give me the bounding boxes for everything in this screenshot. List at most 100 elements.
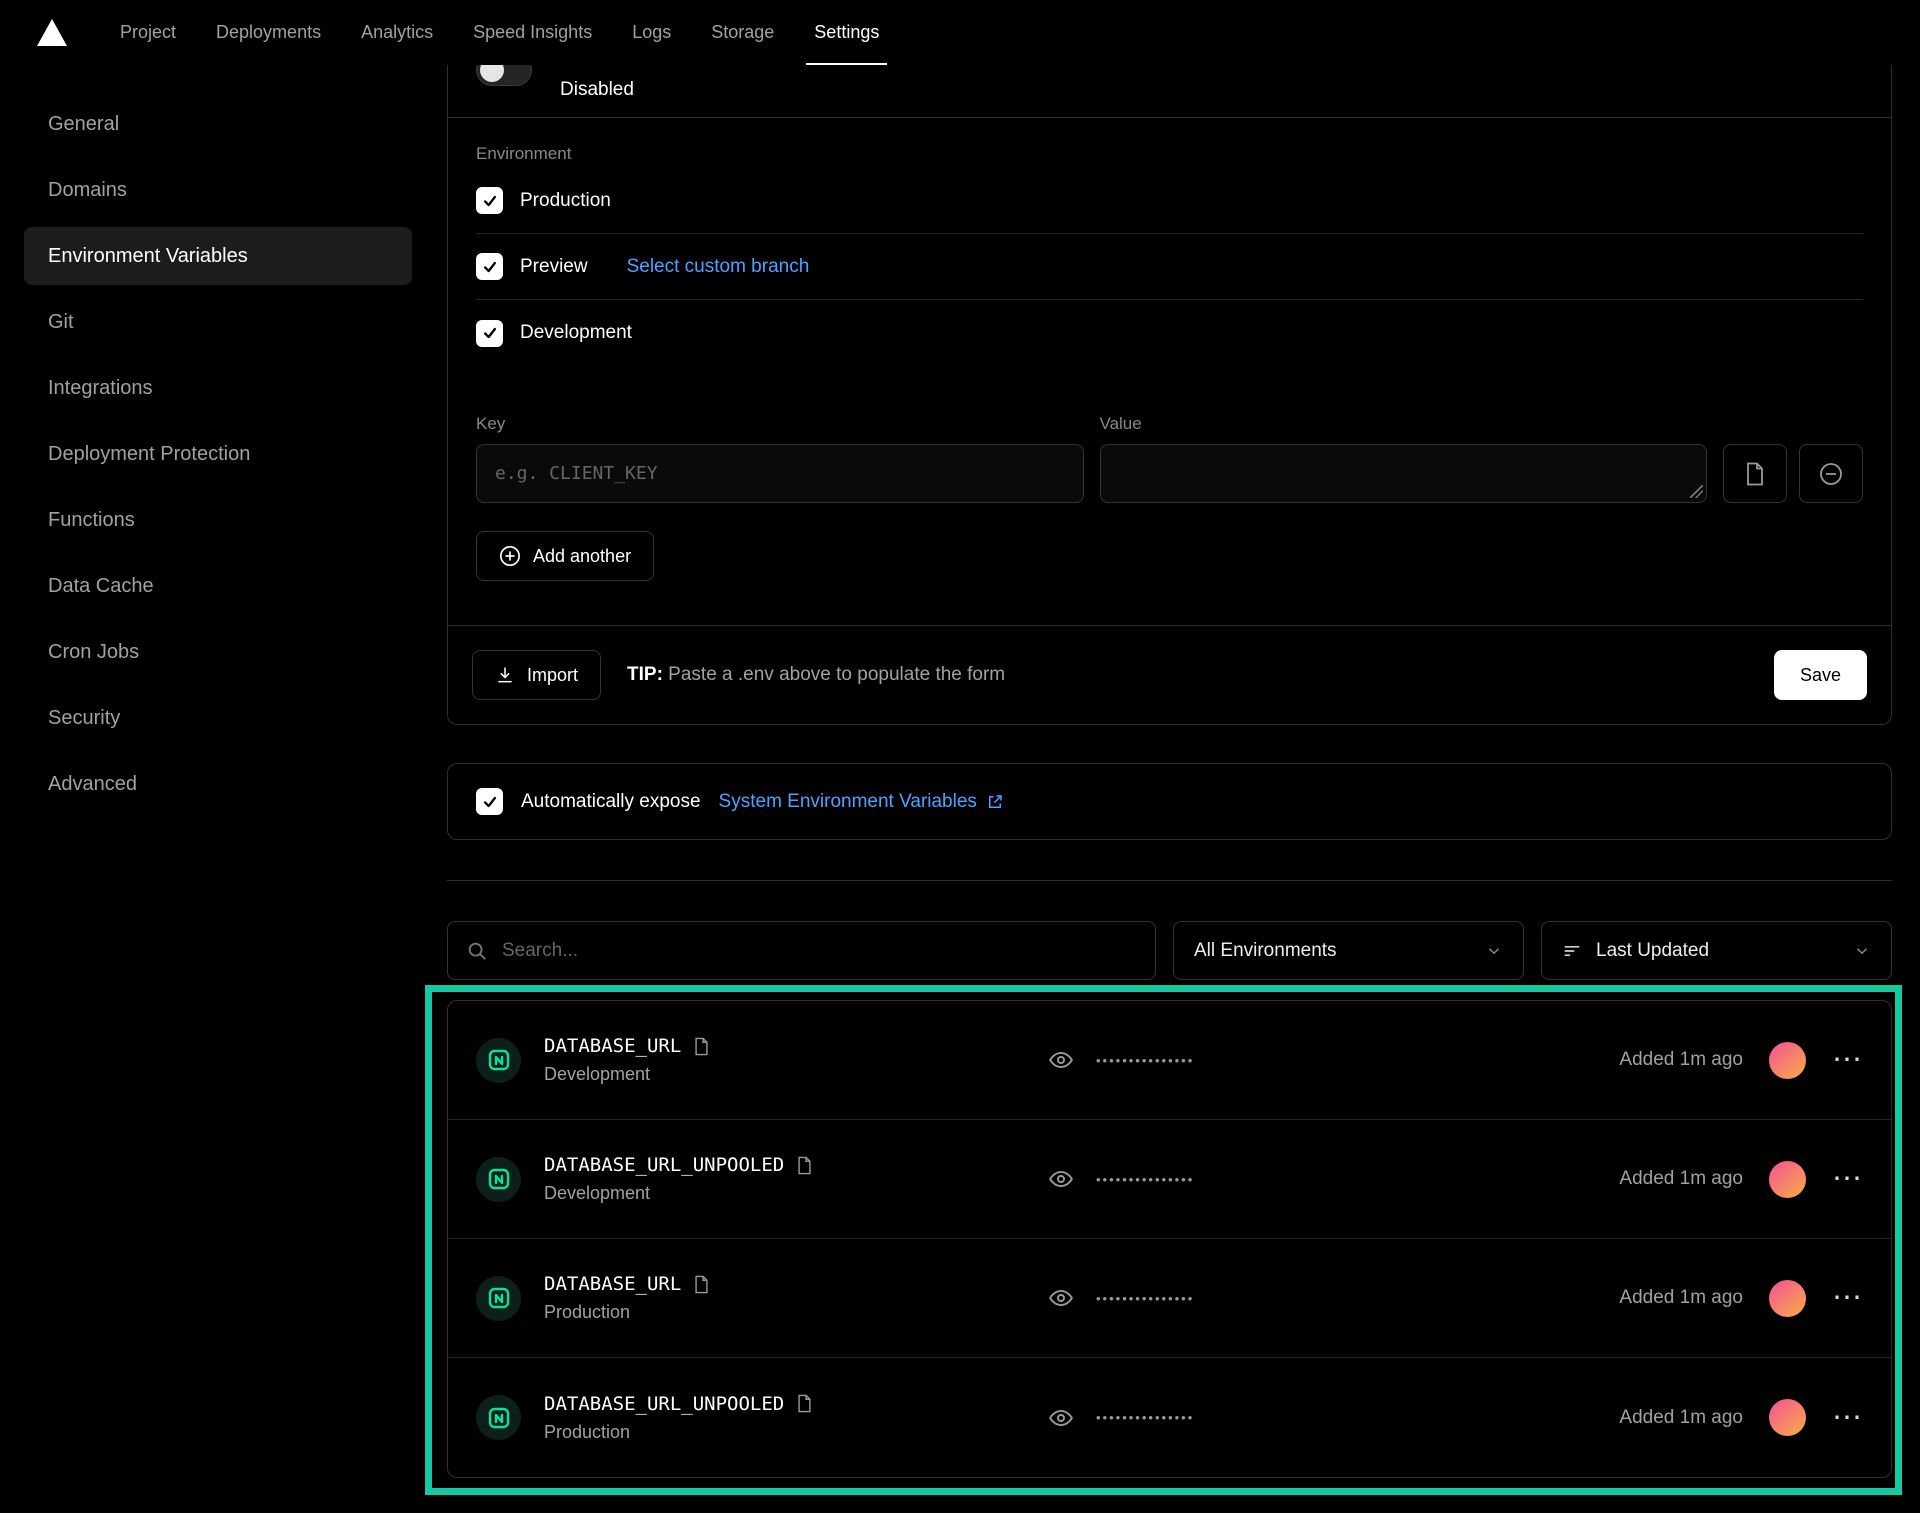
environment-checkbox-row[interactable]: PreviewSelect custom branch bbox=[476, 234, 1863, 300]
variable-name: DATABASE_URL bbox=[544, 1273, 681, 1295]
key-value-row: Key Value bbox=[448, 366, 1891, 503]
nav-tab-label: Deployments bbox=[216, 22, 321, 43]
checkbox-checked[interactable] bbox=[476, 320, 503, 347]
download-icon bbox=[495, 665, 515, 685]
nav-tab[interactable]: Storage bbox=[691, 0, 794, 65]
variable-value-block: ••••••••••••••• bbox=[1048, 1285, 1194, 1311]
environment-checkbox-row[interactable]: Development bbox=[476, 300, 1863, 366]
sidebar-item[interactable]: Git bbox=[24, 293, 412, 351]
resize-handle[interactable] bbox=[1690, 485, 1703, 498]
avatar bbox=[1769, 1399, 1806, 1436]
sidebar-item[interactable]: Advanced bbox=[24, 755, 412, 813]
value-input[interactable] bbox=[1100, 444, 1708, 503]
search-box[interactable] bbox=[447, 921, 1156, 980]
save-button[interactable]: Save bbox=[1774, 650, 1867, 700]
environment-option-label: Production bbox=[520, 190, 611, 212]
avatar bbox=[1769, 1042, 1806, 1079]
import-button[interactable]: Import bbox=[472, 650, 601, 700]
note-icon[interactable] bbox=[796, 1156, 813, 1175]
environment-section-label: Environment bbox=[476, 144, 1863, 164]
environment-filter-dropdown[interactable]: All Environments bbox=[1173, 921, 1524, 980]
sidebar-item-label: Cron Jobs bbox=[48, 641, 139, 664]
form-footer: Import TIP: Paste a .env above to popula… bbox=[448, 625, 1891, 724]
eye-icon[interactable] bbox=[1048, 1047, 1074, 1073]
row-menu-button[interactable]: ⋯ bbox=[1832, 1164, 1863, 1194]
variable-meta-block: Added 1m ago ⋯ bbox=[1619, 1399, 1863, 1436]
variable-meta-block: Added 1m ago ⋯ bbox=[1619, 1161, 1863, 1198]
nav-tab[interactable]: Speed Insights bbox=[453, 0, 612, 65]
nav-tab[interactable]: Deployments bbox=[196, 0, 341, 65]
env-variable-form-panel: Disabled Environment Production PreviewSe… bbox=[447, 65, 1892, 725]
sidebar-item[interactable]: Integrations bbox=[24, 359, 412, 417]
search-icon bbox=[466, 940, 488, 962]
nav-tab[interactable]: Analytics bbox=[341, 0, 453, 65]
env-variable-row: DATABASE_URL_UNPOOLED Production •••••••… bbox=[448, 1358, 1891, 1477]
nav-tab[interactable]: Project bbox=[100, 0, 196, 65]
add-another-label: Add another bbox=[533, 546, 631, 567]
added-time: Added 1m ago bbox=[1619, 1168, 1743, 1190]
sidebar-item-label: Security bbox=[48, 707, 120, 730]
sort-icon bbox=[1562, 941, 1582, 961]
sidebar-item[interactable]: Environment Variables bbox=[24, 227, 412, 285]
nav-tab-label: Speed Insights bbox=[473, 22, 592, 43]
row-menu-button[interactable]: ⋯ bbox=[1832, 1283, 1863, 1313]
filter-row: All Environments Last Updated bbox=[447, 921, 1892, 980]
sidebar-item-label: General bbox=[48, 113, 119, 136]
variable-text-block: DATABASE_URL Production bbox=[544, 1273, 710, 1323]
tip-text: TIP: Paste a .env above to populate the … bbox=[627, 664, 1005, 686]
variable-environment: Development bbox=[544, 1064, 710, 1085]
sidebar-item[interactable]: Security bbox=[24, 689, 412, 747]
row-menu-button[interactable]: ⋯ bbox=[1832, 1045, 1863, 1075]
vercel-logo-icon[interactable] bbox=[30, 0, 74, 65]
avatar bbox=[1769, 1161, 1806, 1198]
sort-dropdown[interactable]: Last Updated bbox=[1541, 921, 1892, 980]
added-time: Added 1m ago bbox=[1619, 1287, 1743, 1309]
note-icon[interactable] bbox=[693, 1037, 710, 1056]
sidebar-item[interactable]: Functions bbox=[24, 491, 412, 549]
nav-tab[interactable]: Settings bbox=[794, 0, 899, 65]
checkbox-checked[interactable] bbox=[476, 253, 503, 280]
nav-tab[interactable]: Logs bbox=[612, 0, 691, 65]
eye-icon[interactable] bbox=[1048, 1166, 1074, 1192]
env-variable-row: DATABASE_URL Production ••••••••••••••• … bbox=[448, 1239, 1891, 1358]
sidebar-item[interactable]: Data Cache bbox=[24, 557, 412, 615]
sidebar-item[interactable]: Deployment Protection bbox=[24, 425, 412, 483]
environment-filter-value: All Environments bbox=[1194, 940, 1337, 962]
sensitive-toggle-row: Disabled bbox=[448, 65, 1891, 118]
variable-environment: Production bbox=[544, 1422, 813, 1443]
row-menu-button[interactable]: ⋯ bbox=[1832, 1403, 1863, 1433]
checkbox-checked[interactable] bbox=[476, 187, 503, 214]
remove-row-button[interactable] bbox=[1799, 444, 1863, 503]
top-navigation: Project Deployments Analytics Speed Insi… bbox=[0, 0, 1920, 65]
variable-text-block: DATABASE_URL Development bbox=[544, 1035, 710, 1085]
toggle-knob bbox=[480, 65, 504, 82]
variable-environment: Production bbox=[544, 1302, 710, 1323]
note-icon[interactable] bbox=[693, 1275, 710, 1294]
added-time: Added 1m ago bbox=[1619, 1049, 1743, 1071]
expose-checkbox[interactable] bbox=[476, 788, 503, 815]
paste-env-button[interactable] bbox=[1723, 444, 1787, 503]
neon-logo-icon bbox=[476, 1276, 521, 1321]
eye-icon[interactable] bbox=[1048, 1285, 1074, 1311]
variable-meta-block: Added 1m ago ⋯ bbox=[1619, 1042, 1863, 1079]
search-input[interactable] bbox=[502, 940, 1137, 962]
disabled-toggle[interactable] bbox=[476, 65, 532, 86]
settings-sidebar: General Domains Environment Variables Gi… bbox=[0, 65, 436, 851]
sidebar-item[interactable]: Cron Jobs bbox=[24, 623, 412, 681]
sidebar-item[interactable]: General bbox=[24, 95, 412, 153]
system-env-variables-link[interactable]: System Environment Variables bbox=[719, 791, 1004, 813]
key-input[interactable] bbox=[476, 444, 1084, 503]
sidebar-item[interactable]: Domains bbox=[24, 161, 412, 219]
external-link-icon bbox=[986, 793, 1004, 811]
add-another-button[interactable]: Add another bbox=[476, 531, 654, 581]
chevron-down-icon bbox=[1485, 942, 1503, 960]
neon-logo-icon bbox=[476, 1395, 521, 1440]
note-icon[interactable] bbox=[796, 1394, 813, 1413]
main-content: Disabled Environment Production PreviewSe… bbox=[447, 65, 1892, 1478]
eye-icon[interactable] bbox=[1048, 1405, 1074, 1431]
environment-checkbox-row[interactable]: Production bbox=[476, 168, 1863, 234]
variable-environment: Development bbox=[544, 1183, 813, 1204]
minus-circle-icon bbox=[1819, 462, 1843, 486]
key-label: Key bbox=[476, 414, 1084, 434]
select-custom-branch-link[interactable]: Select custom branch bbox=[627, 256, 810, 278]
